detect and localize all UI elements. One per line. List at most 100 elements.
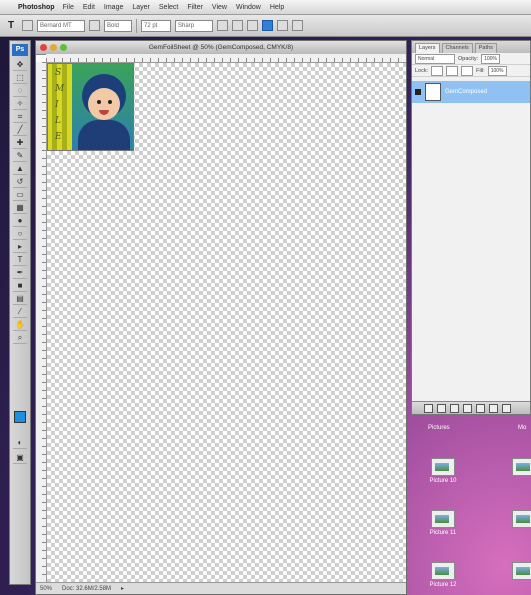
visibility-eye-icon[interactable] [415, 89, 421, 95]
magic-wand-tool-icon[interactable]: ✧ [13, 99, 27, 110]
layer-mask-icon[interactable] [450, 403, 459, 413]
lasso-tool-icon[interactable]: ◌ [13, 86, 27, 97]
adjustment-layer-icon[interactable] [463, 403, 472, 413]
desktop-file-icon[interactable]: Picture 11 [426, 510, 460, 536]
stripe [62, 64, 67, 150]
font-size-select[interactable]: 72 pt [141, 19, 171, 32]
font-style-select[interactable]: Bold [104, 19, 132, 32]
image-file-icon [512, 510, 531, 528]
orientation-toggle-button[interactable] [22, 20, 33, 31]
menu-image[interactable]: Image [104, 4, 123, 11]
opacity-field[interactable]: 100% [481, 53, 500, 64]
type-tool-icon-palette[interactable]: T [13, 255, 27, 266]
type-tool-icon[interactable]: T [4, 19, 18, 33]
desktop-folder-label: Pictures [428, 425, 450, 431]
image-file-icon [512, 458, 531, 476]
eye [97, 100, 101, 104]
tab-layers[interactable]: Layers [415, 43, 440, 53]
minimize-icon[interactable] [50, 44, 57, 51]
window-controls [40, 44, 67, 51]
desktop-file-icon[interactable]: Picture 10 [426, 458, 460, 484]
photoshop-logo: Ps [12, 44, 28, 56]
tab-channels[interactable]: Channels [441, 43, 473, 53]
desktop-file-label: Picture 10 [429, 478, 457, 484]
horizontal-ruler[interactable] [46, 54, 406, 63]
menu-layer[interactable]: Layer [132, 4, 150, 11]
document-title-bar[interactable]: GemFoilSheet @ 50% (GemComposed, CMYK/8) [36, 41, 406, 55]
zoom-tool-icon[interactable]: ⌕ [13, 333, 27, 344]
desktop-file-icon[interactable] [512, 562, 531, 582]
document-title: GemFoilSheet @ 50% (GemComposed, CMYK/8) [148, 44, 294, 51]
delete-layer-icon[interactable] [502, 403, 511, 413]
pen-tool-icon[interactable]: ✒ [13, 268, 27, 279]
shape-tool-icon[interactable]: ■ [13, 281, 27, 292]
status-menu-arrow-icon[interactable]: ▸ [121, 585, 124, 592]
lock-position-icon[interactable] [461, 65, 474, 76]
lock-transparency-icon[interactable] [431, 65, 444, 76]
align-left-button[interactable] [217, 20, 228, 31]
menu-file[interactable]: File [63, 4, 74, 11]
foreground-color-swatch[interactable] [14, 411, 26, 423]
font-family-dropdown-icon[interactable] [89, 20, 100, 31]
close-icon[interactable] [40, 44, 47, 51]
doc-size[interactable]: Doc: 32.6M/2.58M [62, 586, 111, 592]
crop-tool-icon[interactable]: ⌗ [13, 112, 27, 123]
align-right-button[interactable] [247, 20, 258, 31]
clone-stamp-icon[interactable]: ▲ [13, 164, 27, 175]
history-brush-icon[interactable]: ↺ [13, 177, 27, 188]
link-layers-icon[interactable] [424, 403, 433, 413]
menu-help[interactable]: Help [270, 4, 284, 11]
layer-name[interactable]: GemComposed [445, 89, 487, 95]
marquee-tool-icon[interactable]: ⬚ [13, 73, 27, 84]
font-family-select[interactable]: Bernard MT [37, 19, 85, 32]
layer-style-icon[interactable] [437, 403, 446, 413]
screen-mode-icon[interactable]: ▣ [13, 453, 27, 464]
zoom-level[interactable]: 50% [40, 586, 52, 592]
desktop-file-icon[interactable] [512, 458, 531, 478]
notes-tool-icon[interactable]: ▤ [13, 294, 27, 305]
jacket [78, 120, 130, 150]
desktop-file-icon[interactable] [512, 510, 531, 530]
document-window: GemFoilSheet @ 50% (GemComposed, CMYK/8)… [35, 40, 407, 595]
eyedropper-tool-icon[interactable]: ⁄ [13, 307, 27, 318]
healing-brush-icon[interactable]: ✚ [13, 138, 27, 149]
move-tool-icon[interactable]: ✥ [13, 60, 27, 71]
slice-tool-icon[interactable]: ╱ [13, 125, 27, 136]
character-panel-button[interactable] [292, 20, 303, 31]
blur-tool-icon[interactable]: ● [13, 216, 27, 227]
layer-row[interactable]: GemComposed [412, 81, 530, 103]
vertical-ruler[interactable] [36, 62, 47, 582]
quick-mask-icon[interactable]: ◐ [13, 438, 27, 449]
menu-window[interactable]: Window [236, 4, 261, 11]
brush-tool-icon[interactable]: ✎ [13, 151, 27, 162]
hand-tool-icon[interactable]: ✋ [13, 320, 27, 331]
gradient-tool-icon[interactable]: ▦ [13, 203, 27, 214]
fill-field[interactable]: 100% [487, 65, 507, 76]
decor-letter: I [55, 100, 59, 110]
baby-photo[interactable]: S M I L E [47, 63, 134, 151]
warp-text-button[interactable] [277, 20, 288, 31]
desktop-file-icon[interactable]: Picture 12 [426, 562, 460, 588]
app-menu[interactable]: Photoshop [18, 4, 55, 11]
align-center-button[interactable] [232, 20, 243, 31]
antialias-select[interactable]: Sharp [175, 19, 213, 32]
new-layer-icon[interactable] [489, 403, 498, 413]
tools-palette: Ps ✥ ⬚ ◌ ✧ ⌗ ╱ ✚ ✎ ▲ ↺ ▭ ▦ ● ○ ▸ T ✒ ■ ▤… [9, 40, 31, 585]
dodge-tool-icon[interactable]: ○ [13, 229, 27, 240]
lock-pixels-icon[interactable] [446, 65, 459, 76]
tab-paths[interactable]: Paths [474, 43, 497, 53]
new-group-icon[interactable] [476, 403, 485, 413]
eraser-tool-icon[interactable]: ▭ [13, 190, 27, 201]
menu-filter[interactable]: Filter [187, 4, 203, 11]
menu-edit[interactable]: Edit [83, 4, 95, 11]
text-color-swatch[interactable] [262, 20, 273, 31]
layers-footer [412, 401, 530, 414]
transparent-canvas[interactable]: S M I L E [47, 63, 406, 582]
blend-mode-select[interactable]: Normal [415, 53, 455, 64]
desktop-folder-label: Mo [518, 425, 527, 431]
path-selection-icon[interactable]: ▸ [13, 242, 27, 253]
menu-select[interactable]: Select [159, 4, 178, 11]
layers-panel: Layers Channels Paths Normal Opacity: 10… [411, 40, 531, 415]
menu-view[interactable]: View [212, 4, 227, 11]
zoom-icon[interactable] [60, 44, 67, 51]
